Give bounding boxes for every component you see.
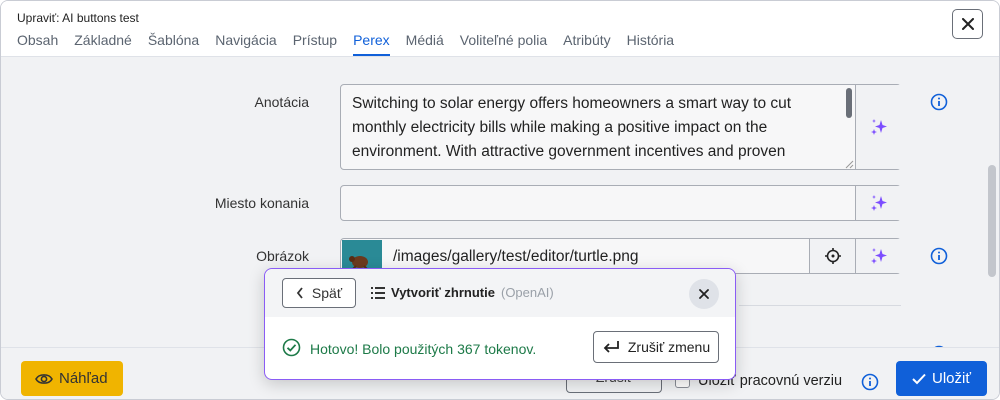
content-scrollbar[interactable] (985, 57, 999, 347)
dialog-header: Upraviť: AI buttons test Obsah Základné … (1, 1, 999, 57)
tab-obsah[interactable]: Obsah (17, 32, 58, 56)
section-divider (739, 305, 901, 306)
venue-field[interactable] (340, 185, 901, 221)
dialog-title: Upraviť: AI buttons test (17, 11, 139, 25)
sparkles-icon (870, 119, 887, 135)
image-path-text: /images/gallery/test/editor/turtle.png (393, 248, 639, 265)
image-info-icon[interactable] (930, 247, 948, 265)
close-icon (961, 18, 974, 30)
eye-icon (35, 373, 53, 384)
venue-ai-button[interactable] (855, 186, 901, 220)
image-locate-button[interactable] (809, 239, 855, 273)
preview-label: Náhľad (59, 370, 108, 387)
back-label: Späť (311, 285, 343, 301)
tab-volitelne-polia[interactable]: Voliteľné polia (460, 32, 547, 56)
preview-button[interactable]: Náhľad (21, 361, 123, 396)
save-label: Uložiť (932, 370, 971, 387)
tab-historia[interactable]: História (627, 32, 674, 56)
undo-change-button[interactable]: Zrušiť zmenu (593, 331, 719, 363)
textarea-scroll-thumb[interactable] (846, 88, 852, 118)
annotation-text: Switching to solar energy offers homeown… (352, 95, 792, 160)
tab-sablona[interactable]: Šablóna (148, 32, 199, 56)
scrollbar-thumb[interactable] (988, 165, 996, 277)
save-draft-info-icon[interactable] (861, 373, 879, 391)
undo-return-icon (603, 341, 619, 353)
check-circle-icon (282, 338, 301, 357)
annotation-info-icon[interactable] (930, 93, 948, 111)
undo-label: Zrušiť zmenu (627, 339, 711, 355)
popup-close-button[interactable] (689, 279, 719, 309)
popup-title-text: Vytvoriť zhrnutie (391, 285, 495, 300)
close-icon (699, 289, 709, 299)
popup-title: Vytvoriť zhrnutie (OpenAI) (371, 285, 554, 300)
tab-navigacia[interactable]: Navigácia (215, 32, 276, 56)
popup-header: Späť Vytvoriť zhrnutie (OpenAI) (265, 269, 735, 317)
back-button[interactable]: Späť (282, 278, 356, 308)
annotation-label: Anotácia (254, 94, 309, 110)
tab-perex[interactable]: Perex (353, 32, 390, 56)
image-label: Obrázok (256, 248, 309, 264)
resize-handle-icon[interactable] (844, 159, 854, 169)
annotation-ai-button[interactable] (855, 85, 901, 169)
ai-summary-popup: Späť Vytvoriť zhrnutie (OpenAI) Hotovo! … (264, 268, 736, 380)
status-message: Hotovo! Bolo použitých 367 tokenov. (310, 341, 537, 357)
list-icon (371, 286, 385, 299)
annotation-textarea[interactable]: Switching to solar energy offers homeown… (340, 84, 901, 170)
chevron-left-icon (296, 287, 303, 299)
popup-provider: (OpenAI) (500, 285, 554, 300)
close-dialog-button[interactable] (952, 9, 983, 39)
image-ai-button[interactable] (855, 239, 901, 273)
tab-zakladne[interactable]: Základné (74, 32, 132, 56)
crosshair-icon (824, 248, 841, 264)
tab-pristup[interactable]: Prístup (293, 32, 337, 56)
sparkles-icon (870, 195, 887, 211)
tab-bar: Obsah Základné Šablóna Navigácia Prístup… (17, 32, 690, 56)
check-icon (912, 373, 926, 384)
tab-media[interactable]: Médiá (406, 32, 444, 56)
sparkles-icon (870, 248, 887, 264)
save-button[interactable]: Uložiť (896, 361, 987, 396)
venue-label: Miesto konania (214, 195, 309, 211)
tab-atributy[interactable]: Atribúty (563, 32, 610, 56)
